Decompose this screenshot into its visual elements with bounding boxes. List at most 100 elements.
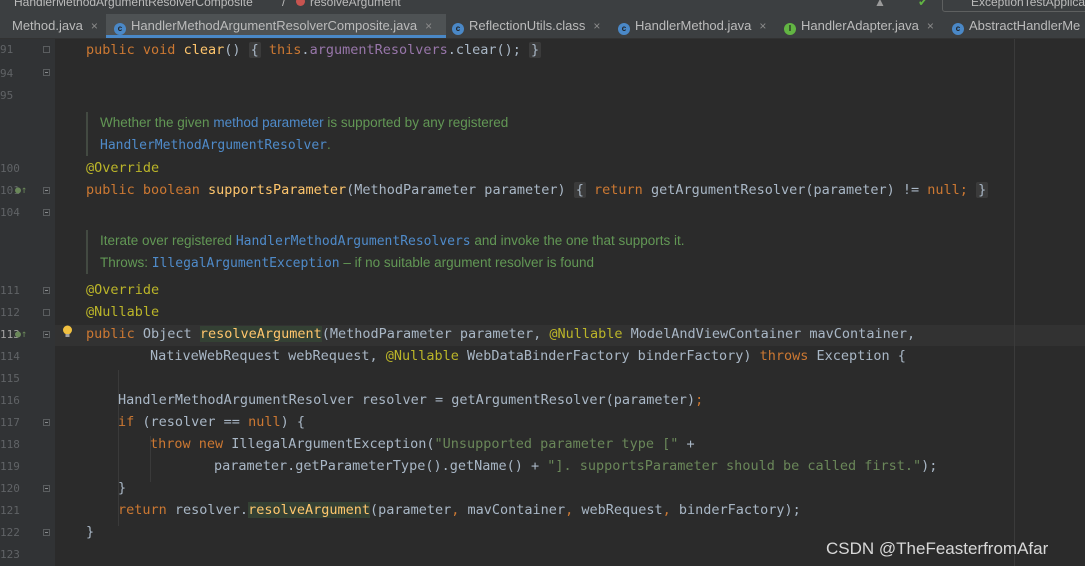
annotation-override: @Override (86, 282, 160, 298)
class-icon: c (452, 23, 464, 35)
semicolon: ; (695, 392, 704, 408)
close-icon[interactable]: × (593, 19, 600, 33)
keyword: public (86, 326, 135, 342)
breadcrumb-method[interactable]: resolveArgument (310, 0, 401, 9)
line-number: 123 (0, 548, 20, 561)
fold-marker-icon[interactable] (43, 69, 50, 76)
brace: { (573, 182, 586, 198)
line-number: 112 (0, 306, 20, 319)
line-number: 118 (0, 438, 20, 451)
tab-label: HandlerMethod.java (635, 18, 752, 33)
fold-marker-icon[interactable] (43, 287, 50, 294)
code-text: + (678, 436, 695, 452)
close-icon[interactable]: × (425, 19, 432, 33)
doc-text: Throws: (100, 255, 152, 270)
fold-marker-icon[interactable] (43, 419, 50, 426)
run-configuration-selector[interactable]: ExceptionTestApplication (942, 0, 1085, 12)
fold-marker-icon[interactable] (43, 485, 50, 492)
tab-label: HandlerMethodArgumentResolverComposite.j… (131, 18, 418, 33)
keyword: if (118, 414, 135, 430)
method-name: resolveArgument (199, 326, 322, 342)
code-text: getArgumentResolver(parameter) != (650, 182, 928, 198)
doc-link[interactable]: HandlerMethodArgumentResolver (100, 138, 327, 153)
breadcrumb-class[interactable]: HandlerMethodArgumentResolverComposite (14, 0, 253, 9)
close-icon[interactable]: × (91, 19, 98, 33)
code-text: .clear(); (447, 42, 521, 58)
code-line-if-null[interactable]: if (resolver == null) { (118, 414, 305, 430)
code-line-throw-message[interactable]: parameter.getParameterType().getName() +… (214, 458, 937, 474)
code-line-throw[interactable]: throw new IllegalArgumentException("Unsu… (150, 436, 695, 452)
line-number: 111 (0, 284, 20, 297)
code-text: (MethodParameter parameter, (321, 326, 550, 342)
breadcrumb-method-icon (296, 0, 305, 9)
fold-marker-icon[interactable] (43, 46, 50, 53)
run-configuration-label: ExceptionTestApplication (971, 0, 1085, 9)
keyword: public (86, 182, 135, 198)
doc-text: and invoke the one that supports it. (470, 233, 685, 248)
keyword: public (86, 42, 135, 58)
keyword: this (268, 42, 302, 58)
implements-method-icon[interactable]: ●↑ (15, 329, 27, 340)
line-number: 94 (0, 67, 14, 80)
code-line-resolve-argument-params[interactable]: NativeWebRequest webRequest, @Nullable W… (150, 348, 906, 364)
code-text: WebDataBinderFactory binderFactory) (458, 348, 760, 364)
code-text: (resolver == (134, 414, 249, 430)
javadoc-resolve-argument: Iterate over registered HandlerMethodArg… (86, 230, 1016, 274)
annotation: @Nullable (549, 326, 623, 342)
code-text: NativeWebRequest webRequest, (150, 348, 386, 364)
fold-marker-icon[interactable] (43, 529, 50, 536)
build-icon[interactable]: ✔ (918, 0, 928, 9)
tab-abstract-handler-method-adapter[interactable]: c AbstractHandlerMe (946, 14, 1085, 38)
method-name: resolveArgument (248, 502, 370, 518)
line-number: 100 (0, 162, 20, 175)
code-text: Object (142, 326, 200, 342)
code-text: webRequest (573, 502, 663, 518)
code-line-close-if[interactable]: } (118, 480, 126, 496)
class-icon: c (618, 23, 630, 35)
annotation: @Nullable (385, 348, 459, 364)
fold-marker-icon[interactable] (43, 187, 50, 194)
fold-marker-icon[interactable] (43, 331, 50, 338)
user-icon[interactable]: ▲ (874, 0, 886, 9)
line-number: 114 (0, 350, 20, 363)
code-line-resolve-argument[interactable]: public Object resolveArgument(MethodPara… (86, 326, 915, 342)
doc-text: is supported by any registered (323, 115, 509, 130)
comma: , (565, 502, 574, 518)
tab-method-java[interactable]: Method.java × (0, 14, 106, 38)
javadoc-supports-parameter: Whether the given method parameter is su… (86, 112, 1016, 156)
code-line-return[interactable]: return resolver.resolveArgument(paramete… (118, 502, 801, 518)
code-line-clear[interactable]: public void clear() { this.argumentResol… (86, 42, 542, 58)
doc-link[interactable]: HandlerMethodArgumentResolvers (236, 234, 471, 249)
tab-handler-method[interactable]: c HandlerMethod.java × (614, 14, 784, 38)
lightbulb-icon[interactable] (62, 325, 73, 338)
field-name: argumentResolvers (309, 42, 448, 58)
breadcrumb-separator: / (282, 0, 286, 9)
keyword: new (198, 436, 224, 452)
line-number: 122 (0, 526, 20, 539)
keyword: return (594, 182, 643, 198)
implements-method-icon[interactable]: ●↑ (15, 185, 27, 196)
line-number: 119 (0, 460, 20, 473)
keyword: throw (150, 436, 191, 452)
tab-reflection-utils[interactable]: c ReflectionUtils.class × (446, 14, 620, 38)
code-text: ); (921, 458, 938, 474)
fold-marker-icon[interactable] (43, 209, 50, 216)
tab-handler-adapter[interactable]: I HandlerAdapter.java × (780, 14, 950, 38)
close-icon[interactable]: × (927, 19, 934, 33)
tab-label: ReflectionUtils.class (469, 18, 586, 33)
code-line-close-method[interactable]: } (86, 524, 94, 540)
code-line-get-resolver[interactable]: HandlerMethodArgumentResolver resolver =… (118, 392, 703, 408)
code-text: ModelAndViewContainer mavContainer, (622, 326, 916, 342)
fold-marker-icon[interactable] (43, 309, 50, 316)
code-text: ) { (280, 414, 305, 430)
close-icon[interactable]: × (759, 19, 766, 33)
method-name: clear (183, 42, 225, 58)
annotation-override: @Override (86, 160, 160, 176)
doc-link[interactable]: IllegalArgumentException (152, 256, 340, 271)
code-text: IllegalArgumentException( (223, 436, 435, 452)
line-number: 104 (0, 206, 20, 219)
navigation-bar: HandlerMethodArgumentResolverComposite /… (0, 0, 1085, 14)
doc-link[interactable]: method parameter (213, 115, 323, 130)
tab-handler-method-argument-resolver-composite[interactable]: c HandlerMethodArgumentResolverComposite.… (106, 14, 446, 38)
code-line-supports-parameter[interactable]: public boolean supportsParameter(MethodP… (86, 182, 989, 198)
